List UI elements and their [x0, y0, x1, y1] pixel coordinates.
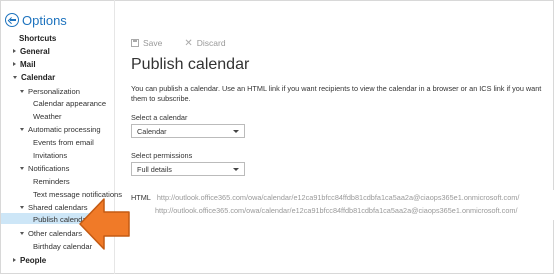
expand-down-icon: [13, 76, 17, 79]
nav-item-events-from-email[interactable]: Events from email: [33, 138, 94, 147]
expand-right-icon: [13, 62, 16, 66]
nav-item-people[interactable]: People: [13, 256, 46, 265]
expand-down-icon: [20, 128, 24, 131]
nav-item-label: Mail: [20, 60, 36, 69]
expand-down-icon: [20, 167, 24, 170]
expand-right-icon: [13, 258, 16, 262]
close-icon: ✕: [184, 37, 193, 49]
nav-item-shortcuts[interactable]: Shortcuts: [19, 34, 56, 43]
callout-arrow-icon: [79, 198, 130, 250]
html-link-url[interactable]: http://outlook.office365.com/owa/calenda…: [157, 193, 520, 202]
nav-item-other-calendars[interactable]: Other calendars: [20, 229, 82, 238]
nav-item-general[interactable]: General: [13, 47, 50, 56]
nav-item-calendar-appearance[interactable]: Calendar appearance: [33, 99, 106, 108]
nav-item-label: People: [20, 256, 47, 265]
select-permissions-label: Select permissions: [131, 151, 193, 160]
expand-down-icon: [20, 206, 24, 209]
permissions-dropdown[interactable]: Full details: [131, 162, 245, 176]
select-calendar-label: Select a calendar: [131, 113, 188, 122]
html-link-row: HTML http://outlook.office365.com/owa/cal…: [131, 193, 519, 202]
ics-link-url[interactable]: http://outlook.office365.com/owa/calenda…: [155, 206, 518, 215]
discard-button[interactable]: Discard: [197, 38, 226, 48]
nav-item-personalization[interactable]: Personalization: [20, 87, 80, 96]
nav-item-label: General: [20, 47, 50, 56]
calendar-dropdown-value: Calendar: [137, 127, 167, 136]
right-edge-mask: [540, 190, 554, 220]
nav-item-label: Automatic processing: [28, 125, 101, 134]
nav-item-mail[interactable]: Mail: [13, 60, 36, 69]
nav-item-label: Personalization: [28, 87, 80, 96]
nav-item-notifications[interactable]: Notifications: [20, 164, 69, 173]
ics-link-row: http://outlook.office365.com/owa/calenda…: [155, 206, 518, 215]
description-text: You can publish a calendar. Use an HTML …: [131, 84, 542, 103]
nav-item-weather[interactable]: Weather: [33, 112, 62, 121]
save-button[interactable]: Save: [143, 38, 162, 48]
nav-item-automatic-processing[interactable]: Automatic processing: [20, 125, 101, 134]
nav-item-calendar[interactable]: Calendar: [13, 73, 55, 82]
chevron-down-icon: [233, 168, 239, 171]
expand-down-icon: [20, 90, 24, 93]
nav-item-label: Other calendars: [28, 229, 83, 238]
nav-item-label: Calendar: [21, 73, 56, 82]
calendar-dropdown[interactable]: Calendar: [131, 124, 245, 138]
save-icon: [131, 39, 139, 47]
nav-item-invitations[interactable]: Invitations: [33, 151, 67, 160]
expand-right-icon: [13, 49, 16, 53]
html-link-label: HTML: [131, 193, 151, 202]
page-title: Publish calendar: [131, 56, 250, 73]
chevron-down-icon: [233, 130, 239, 133]
nav-item-reminders[interactable]: Reminders: [33, 177, 70, 186]
toolbar: Save ✕ Discard: [131, 37, 226, 49]
expand-down-icon: [20, 232, 24, 235]
options-header[interactable]: Options: [5, 11, 67, 29]
nav-item-label: Notifications: [28, 164, 70, 173]
page-header-title: Options: [22, 12, 67, 28]
permissions-dropdown-value: Full details: [137, 165, 172, 174]
back-arrow-icon[interactable]: [5, 13, 19, 27]
